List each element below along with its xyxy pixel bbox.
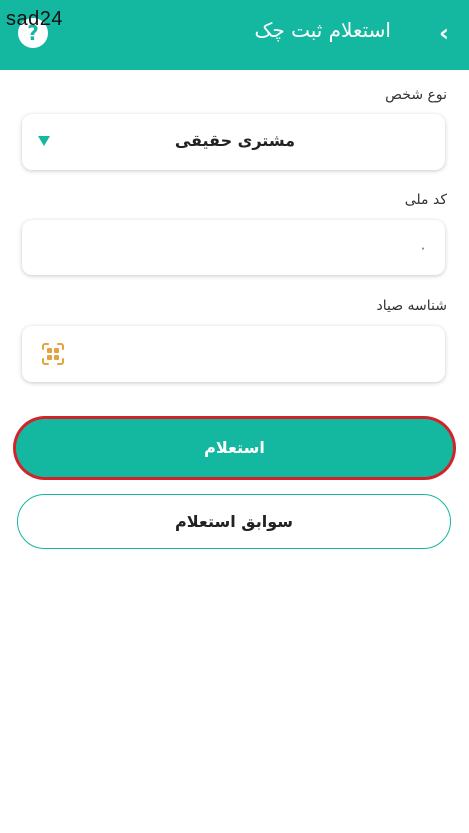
inquiry-button[interactable]: استعلام [16,419,453,477]
national-code-input[interactable] [22,220,445,275]
chevron-right-icon: ‹ [439,19,449,47]
person-type-value: مشتری حقیقی [174,131,295,150]
person-type-label: نوع شخص [385,87,447,103]
inquiry-history-button[interactable]: سوابق استعلام [17,494,451,549]
sayad-id-label: شناسه صیاد [376,298,447,314]
watermark-text: sad24 [6,8,63,30]
page-title: استعلام ثبت چک [254,18,391,42]
person-type-select[interactable]: مشتری حقیقی [22,114,445,170]
national-code-label: کد ملی [404,192,447,208]
sayad-id-field-wrapper [22,326,445,382]
app-header: ? استعلام ثبت چک ‹ [0,0,469,70]
sayad-id-input[interactable] [22,326,445,382]
dropdown-arrow-icon [38,136,50,146]
national-code-field-wrapper [22,220,445,275]
back-button[interactable]: ‹ [433,18,455,48]
qr-scan-icon[interactable] [41,342,65,366]
